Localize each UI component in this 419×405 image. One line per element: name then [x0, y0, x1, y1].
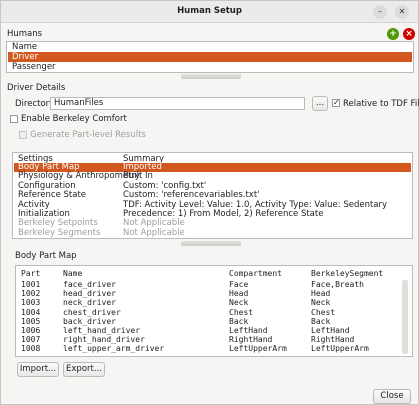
part-cell: 1004 [21, 307, 41, 317]
splitter-handle[interactable] [181, 241, 241, 246]
berkeley-segment-cell: RightHand [311, 335, 355, 345]
compartment-cell: Back [229, 316, 249, 326]
humans-list-header: Name [12, 42, 38, 52]
window-title: Human Setup [177, 6, 242, 16]
splitter-handle[interactable] [181, 74, 241, 79]
name-cell: face_driver [63, 280, 116, 289]
name-cell: neck_driver [63, 298, 116, 308]
close-button[interactable]: Close [373, 389, 411, 404]
relative-label: Relative to TDF File [343, 99, 419, 109]
berkeley-segment-cell: Back [311, 316, 331, 326]
table-row[interactable]: 1005 back_driver Back Back [17, 317, 402, 326]
berkeley-segment-header: BerkeleySegment [311, 269, 384, 278]
part-cell: 1007 [21, 335, 41, 345]
browse-button[interactable]: ... [312, 96, 328, 111]
table-row[interactable]: 1006 left_hand_driver LeftHand LeftHand [17, 326, 402, 335]
human-setup-window: Human Setup – ✕ Humans + × Name Driver Pa… [0, 0, 419, 405]
compartment-cell: Neck [229, 298, 249, 308]
part-cell: 1005 [21, 316, 41, 326]
part-header: Part [21, 269, 41, 278]
title-bar: Human Setup – ✕ [1, 1, 418, 23]
body-part-map-table: Part Name Compartment BerkeleySegment 10… [15, 265, 413, 357]
compartment-cell: Head [229, 289, 249, 299]
compartment-cell: RightHand [229, 335, 273, 345]
plus-icon[interactable]: + [387, 28, 399, 40]
table-row[interactable]: 1007 right_hand_driver RightHand RightHand [17, 335, 402, 344]
table-row[interactable]: 1003 neck_driver Neck Neck [17, 298, 402, 307]
compartment-header: Compartment [229, 269, 282, 278]
import-button[interactable]: Import... [17, 362, 59, 377]
name-header: Name [63, 269, 83, 278]
generate-checkbox[interactable] [19, 131, 27, 139]
berkeley-segment-cell: Face,Breath [311, 280, 364, 289]
humans-label: Humans [7, 29, 43, 39]
name-cell: back_driver [63, 316, 116, 326]
name-cell: left_upper_arm_driver [63, 344, 165, 354]
berkeley-segment-cell: Head [311, 289, 331, 299]
part-cell: 1002 [21, 289, 41, 299]
export-button[interactable]: Export... [63, 362, 105, 377]
table-row[interactable]: 1001 face_driver Face Face,Breath [17, 280, 402, 289]
berkeley-checkbox[interactable] [10, 115, 18, 123]
vertical-scrollbar[interactable] [402, 280, 408, 354]
berkeley-segment-cell: Neck [311, 298, 331, 308]
part-cell: 1001 [21, 280, 41, 289]
close-icon[interactable]: ✕ [395, 5, 409, 19]
driver-details-label: Driver Details [7, 83, 66, 93]
table-row[interactable]: 1008 left_upper_arm_driver LeftUpperArm Lef… [17, 344, 402, 353]
compartment-cell: Chest [229, 307, 254, 317]
directory-input[interactable]: HumanFiles [50, 97, 305, 110]
part-cell: 1003 [21, 298, 41, 308]
berkeley-segment-cell: LeftHand [311, 326, 350, 335]
body-part-map-label: Body Part Map [15, 251, 77, 261]
compartment-cell: LeftHand [229, 326, 268, 335]
name-cell: chest_driver [63, 307, 121, 317]
table-row[interactable]: 1002 head_driver Head Head [17, 289, 402, 298]
humans-list: Name Driver Passenger [6, 41, 414, 73]
name-cell: left_hand_driver [63, 326, 141, 335]
compartment-cell: Face [229, 280, 249, 289]
setting-name: Berkeley Segments [18, 227, 101, 238]
compartment-cell: LeftUpperArm [229, 344, 287, 354]
human-list-item[interactable]: Driver [8, 52, 412, 62]
settings-row[interactable]: Berkeley Segments Not Applicable [14, 227, 411, 238]
setting-summary: Not Applicable [123, 227, 185, 238]
name-cell: right_hand_driver [63, 335, 145, 345]
body-part-header-row: Part Name Compartment BerkeleySegment [17, 269, 411, 280]
table-row[interactable]: 1004 chest_driver Chest Chest [17, 308, 402, 317]
part-cell: 1008 [21, 344, 41, 354]
settings-table: Settings Summary Body Part Map Imported Ph… [12, 152, 413, 239]
minimize-icon[interactable]: – [373, 5, 387, 19]
berkeley-segment-cell: LeftUpperArm [311, 344, 369, 354]
berkeley-segment-cell: Chest [311, 307, 336, 317]
name-cell: head_driver [63, 289, 116, 299]
relative-checkbox[interactable]: ✓ [332, 99, 340, 107]
part-cell: 1006 [21, 326, 41, 335]
human-list-item[interactable]: Passenger [8, 62, 412, 72]
generate-label: Generate Part-level Results [30, 130, 146, 140]
berkeley-label: Enable Berkeley Comfort [21, 114, 127, 124]
x-icon[interactable]: × [403, 28, 415, 40]
